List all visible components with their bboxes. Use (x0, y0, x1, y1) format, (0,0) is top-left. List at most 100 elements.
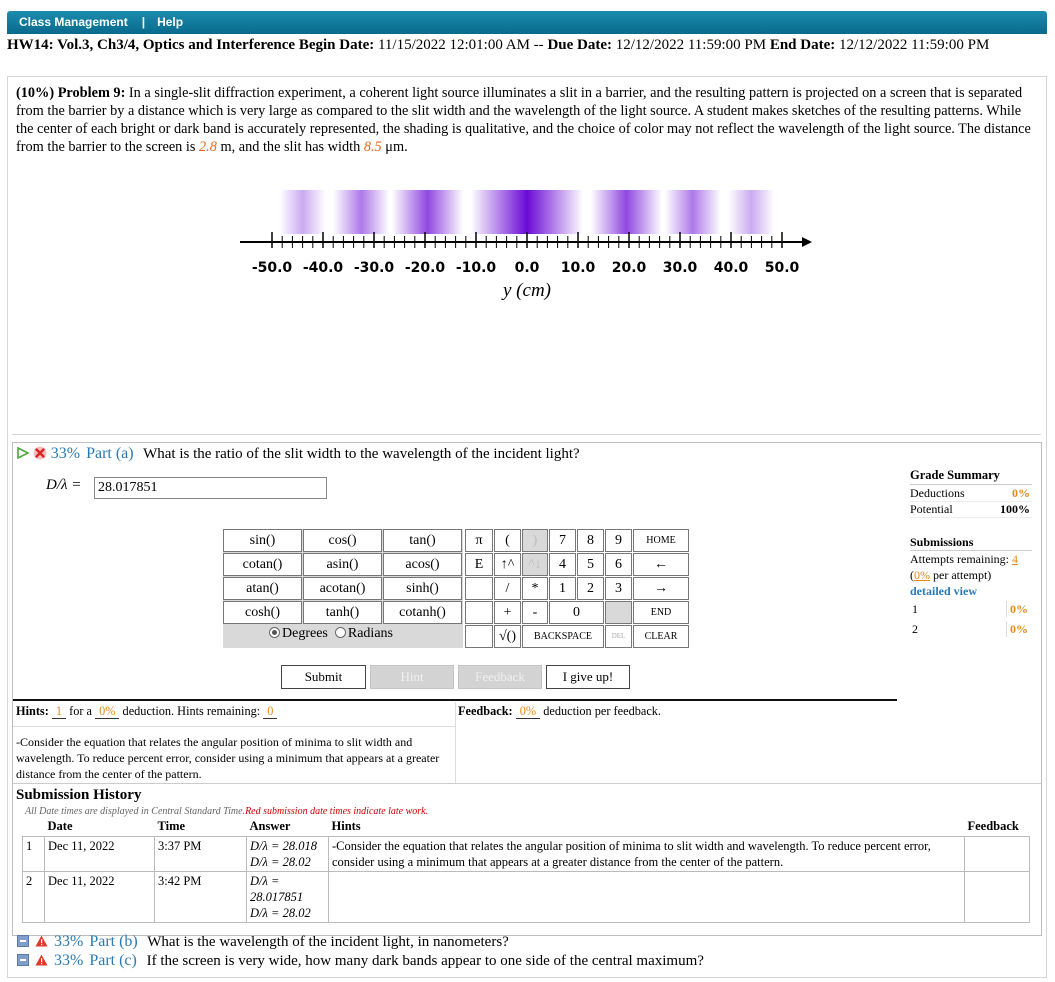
feedback-text: deduction per feedback. (543, 704, 662, 718)
submissions-summary: Submissions Attempts remaining: 4 (0% pe… (910, 534, 1032, 639)
attempts-line: Attempts remaining: 4 (910, 551, 1032, 567)
history-note-text: All Date times are displayed in Central … (25, 806, 246, 817)
one-key[interactable]: 1 (549, 577, 576, 600)
nine-key[interactable]: 9 (605, 529, 632, 552)
submission-history-table: Date Time Answer Hints Feedback 1 Dec 11… (22, 818, 1030, 923)
row-feedback (964, 835, 1030, 872)
part-b-header[interactable]: 33% Part (b) What is the wavelength of th… (17, 933, 509, 951)
clear-key[interactable]: CLEAR (633, 625, 689, 648)
detailed-view-link[interactable]: detailed view (910, 583, 1032, 599)
radians-radio[interactable] (334, 627, 346, 638)
sin-key[interactable]: sin() (223, 529, 302, 552)
cos-key[interactable]: cos() (303, 529, 382, 552)
hints-deduction: 0% (95, 704, 120, 719)
part-b-percent: 33% (54, 933, 84, 950)
power-down-key[interactable]: ^↓ (522, 553, 548, 576)
power-key[interactable]: ↑^ (494, 553, 521, 576)
tick-labels: -50.0 -40.0 -30.0 -20.0 -10.0 0.0 10.0 20.0 30.0… (252, 260, 800, 276)
radians-label: Radians (347, 626, 393, 641)
tick-label: 30.0 (663, 260, 698, 276)
part-c-header[interactable]: 33% Part (c) If the screen is very wide, … (17, 952, 704, 970)
pi-key[interactable]: π (465, 529, 493, 552)
attempt-row: 2 0% (910, 619, 1032, 639)
end-key[interactable]: END (633, 601, 689, 624)
row-time: 3:42 PM (154, 870, 247, 923)
five-key[interactable]: 5 (577, 553, 604, 576)
submit-button[interactable]: Submit (281, 665, 366, 689)
grade-summary: Grade Summary Deductions 0% Potential 100% (910, 468, 1032, 518)
answer-input[interactable] (94, 477, 327, 499)
plus-key[interactable]: + (494, 601, 521, 624)
sqrt-key[interactable]: √() (494, 625, 521, 648)
lparen-key[interactable]: ( (494, 529, 521, 552)
cosh-key[interactable]: cosh() (223, 601, 302, 624)
end-date-label: End Date: (769, 37, 836, 53)
begin-date: 11/15/2022 12:01:00 AM (377, 37, 530, 53)
eight-key[interactable]: 8 (577, 529, 604, 552)
homework-title: HW14: Vol.3, Ch3/4, Optics and Interfere… (7, 37, 296, 53)
row-answer: D/λ = 28.017851 D/λ = 28.02 (246, 870, 329, 923)
hints-divider (13, 699, 897, 701)
bright-band (728, 190, 775, 234)
row-date: Dec 11, 2022 (44, 870, 155, 923)
bright-band (333, 190, 390, 234)
acotan-key[interactable]: acotan() (303, 577, 382, 600)
problem-statement: (10%) Problem 9: In a single-slit diffra… (16, 84, 1038, 156)
minus-key[interactable]: - (522, 601, 548, 624)
backspace-key[interactable]: BACKSPACE (522, 625, 604, 648)
rparen-key[interactable]: ) (522, 529, 548, 552)
feedback-button[interactable]: Feedback (458, 665, 542, 689)
class-management-link[interactable]: Class Management (19, 15, 128, 29)
tick-label: 10.0 (561, 260, 596, 276)
answer-variable: D/λ = (46, 477, 82, 493)
cotanh-key[interactable]: cotanh() (383, 601, 462, 624)
two-key[interactable]: 2 (577, 577, 604, 600)
e-key[interactable]: E (465, 553, 493, 576)
part-b-label: Part (b) (89, 933, 138, 950)
four-key[interactable]: 4 (549, 553, 576, 576)
expand-arrow-icon[interactable] (17, 446, 30, 460)
atan-key[interactable]: atan() (223, 577, 302, 600)
multiply-key[interactable]: * (522, 577, 548, 600)
given-width: 8.5 (363, 139, 382, 155)
delete-key[interactable]: DEL (605, 625, 632, 648)
sinh-key[interactable]: sinh() (383, 577, 462, 600)
hint-button[interactable]: Hint (370, 665, 454, 689)
degrees-radio[interactable] (269, 627, 280, 638)
bright-band (470, 190, 584, 234)
tick-label: -40.0 (303, 260, 344, 276)
problem-text-3: μm. (385, 139, 408, 155)
answer-line: D/λ = 28.017851 (250, 873, 304, 904)
help-link[interactable]: Help (157, 15, 183, 29)
tanh-key[interactable]: tanh() (303, 601, 382, 624)
part-b-toggle-icon[interactable] (17, 935, 29, 947)
incorrect-x-icon (33, 446, 47, 460)
hint-feedback-divider (455, 702, 456, 784)
cotan-key[interactable]: cotan() (223, 553, 302, 576)
three-key[interactable]: 3 (605, 577, 632, 600)
row-number: 2 (22, 870, 45, 923)
attempt-row: 1 0% (910, 599, 1032, 619)
right-arrow-key[interactable]: → (633, 577, 689, 600)
give-up-button[interactable]: I give up! (546, 665, 630, 689)
row-feedback (964, 870, 1030, 923)
decimal-key[interactable] (605, 601, 632, 624)
tan-key[interactable]: tan() (383, 529, 462, 552)
attempt-number: 2 (912, 622, 918, 636)
per-attempt-pct: 0% (914, 568, 930, 582)
six-key[interactable]: 6 (605, 553, 632, 576)
divide-key[interactable]: / (494, 577, 521, 600)
part-a-question: What is the ratio of the slit width to t… (143, 446, 580, 462)
problem-divider (12, 434, 1041, 435)
tick-label: -30.0 (354, 260, 395, 276)
part-c-toggle-icon[interactable] (17, 954, 29, 966)
left-arrow-key[interactable]: ← (633, 553, 689, 576)
zero-key[interactable]: 0 (549, 601, 604, 624)
acos-key[interactable]: acos() (383, 553, 462, 576)
asin-key[interactable]: asin() (303, 553, 382, 576)
seven-key[interactable]: 7 (549, 529, 576, 552)
table-row: 1 Dec 11, 2022 3:37 PM D/λ = 28.018 D/λ =… (22, 835, 1030, 872)
part-a-percent: 33% (50, 445, 81, 462)
home-key[interactable]: HOME (633, 529, 689, 552)
potential-label: Potential (910, 502, 953, 516)
